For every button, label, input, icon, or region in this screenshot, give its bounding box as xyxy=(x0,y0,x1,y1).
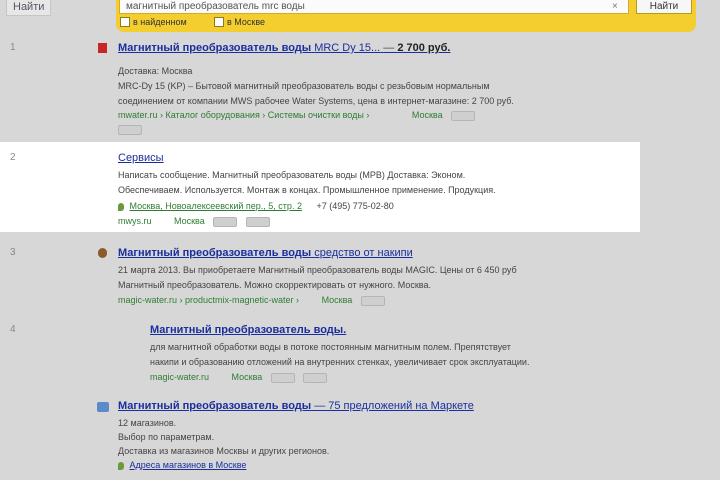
result-extra[interactable] xyxy=(118,124,142,135)
address-link[interactable]: Москва, Новоалексеевский пер., 5, стр. 2 xyxy=(130,201,302,211)
result-region: Москва xyxy=(321,295,353,305)
option-in-region[interactable]: в Москве xyxy=(214,17,265,27)
corner-link[interactable]: Найти xyxy=(6,0,52,16)
result-item: 2 Сервисы Написать сообщение. Магнитный … xyxy=(0,150,720,230)
top-bar: Найти магнитный преобразователь mrc воды… xyxy=(0,0,720,34)
result-title[interactable]: Магнитный преобразователь воды средство … xyxy=(118,247,413,259)
option-label: в Москве xyxy=(227,17,266,27)
result-price: 2 700 руб. xyxy=(397,42,451,54)
result-line: соединением от компании MWS рабочее Wate… xyxy=(118,96,514,106)
clear-icon[interactable]: × xyxy=(612,0,618,14)
result-address[interactable]: Москва, Новоалексеевский пер., 5, стр. 2… xyxy=(118,201,394,211)
result-line: 21 марта 2013. Вы приобретаете Магнитный… xyxy=(118,265,517,275)
result-item: Магнитный преобразователь воды — 75 пред… xyxy=(0,398,720,480)
search-button[interactable]: Найти xyxy=(636,0,692,14)
result-region: Москва xyxy=(174,216,205,226)
checkbox-icon[interactable] xyxy=(120,17,130,27)
copy-button[interactable] xyxy=(270,372,295,383)
map-pin-icon xyxy=(118,461,124,470)
market-link[interactable]: Адреса магазинов в Москве xyxy=(118,460,246,470)
result-title-tail[interactable]: — 75 предложений на Маркете xyxy=(314,400,474,412)
result-number: 2 xyxy=(10,152,16,163)
copy-button[interactable] xyxy=(213,216,238,227)
result-url[interactable]: mwys.ru Москва xyxy=(118,216,270,227)
result-url[interactable]: magic-water.ru › productmix-magnetic-wat… xyxy=(118,295,385,306)
more-button[interactable] xyxy=(303,372,328,383)
more-button[interactable] xyxy=(245,216,270,227)
result-line: накипи и образованию отложений на внутре… xyxy=(150,357,530,367)
result-title[interactable]: Магнитный преобразователь воды. xyxy=(150,324,346,336)
result-title[interactable]: Магнитный преобразователь воды — 75 пред… xyxy=(118,400,474,412)
result-title-text[interactable]: Магнитный преобразователь воды xyxy=(118,42,311,54)
result-line: Написать сообщение. Магнитный преобразов… xyxy=(118,170,466,180)
result-url-text[interactable]: mwater.ru › Каталог оборудования › Систе… xyxy=(118,110,369,120)
result-url-text[interactable]: magic-water.ru › productmix-magnetic-wat… xyxy=(118,295,299,305)
map-pin-icon xyxy=(118,202,124,211)
result-title[interactable]: Сервисы xyxy=(118,152,164,164)
market-link-text[interactable]: Адреса магазинов в Москве xyxy=(130,460,247,470)
result-line: Доставка: Москва xyxy=(118,66,193,76)
result-region: Москва xyxy=(411,110,443,120)
result-line: для магнитной обработки воды в потоке по… xyxy=(150,342,511,352)
option-label: в найденном xyxy=(133,17,187,27)
result-line: 12 магазинов. xyxy=(118,418,177,428)
site-favicon-icon xyxy=(98,248,107,258)
copy-button[interactable] xyxy=(451,110,476,121)
result-item: 3 Магнитный преобразователь воды средств… xyxy=(0,245,720,315)
phone-number: +7 (495) 775-02-80 xyxy=(316,201,394,211)
copy-button[interactable] xyxy=(118,124,142,135)
result-title-text[interactable]: Магнитный преобразователь воды xyxy=(118,400,311,412)
result-line: Обеспечиваем. Используется. Монтаж в кон… xyxy=(118,185,496,195)
copy-button[interactable] xyxy=(360,295,385,306)
result-url-text[interactable]: magic-water.ru xyxy=(150,372,209,382)
result-url[interactable]: magic-water.ru Москва xyxy=(150,372,328,383)
result-url-text[interactable]: mwys.ru xyxy=(118,216,152,226)
result-url[interactable]: mwater.ru › Каталог оборудования › Систе… xyxy=(118,110,476,121)
search-area: магнитный преобразователь mrc воды × Най… xyxy=(116,0,696,32)
result-title-tail[interactable]: средство от накипи xyxy=(314,247,413,259)
site-favicon-icon xyxy=(98,43,107,53)
result-number: 3 xyxy=(10,247,16,258)
market-icon xyxy=(97,402,109,412)
result-line: MRC-Dy 15 (KP) – Бытовой магнитный преоб… xyxy=(118,81,490,91)
checkbox-icon[interactable] xyxy=(214,17,224,27)
result-title[interactable]: Магнитный преобразователь воды MRC Dy 15… xyxy=(118,42,450,54)
result-line: Выбор по параметрам. xyxy=(118,432,215,442)
result-item: 4 Магнитный преобразователь воды. для ма… xyxy=(0,322,720,392)
option-in-found[interactable]: в найденном xyxy=(120,17,187,27)
dash-separator: — xyxy=(383,42,398,54)
result-number: 1 xyxy=(10,42,16,53)
result-title-text[interactable]: Магнитный преобразователь воды xyxy=(118,247,311,259)
result-line: Доставка из магазинов Москвы и других ре… xyxy=(118,446,330,456)
result-title-tail[interactable]: MRC Dy 15... xyxy=(314,42,380,54)
result-region: Москва xyxy=(231,372,263,382)
search-input[interactable]: магнитный преобразователь mrc воды xyxy=(119,0,629,14)
result-number: 4 xyxy=(10,324,16,335)
result-line: Магнитный преобразователь. Можно скоррек… xyxy=(118,280,431,290)
result-item: 1 Магнитный преобразователь воды MRC Dy … xyxy=(0,40,720,135)
